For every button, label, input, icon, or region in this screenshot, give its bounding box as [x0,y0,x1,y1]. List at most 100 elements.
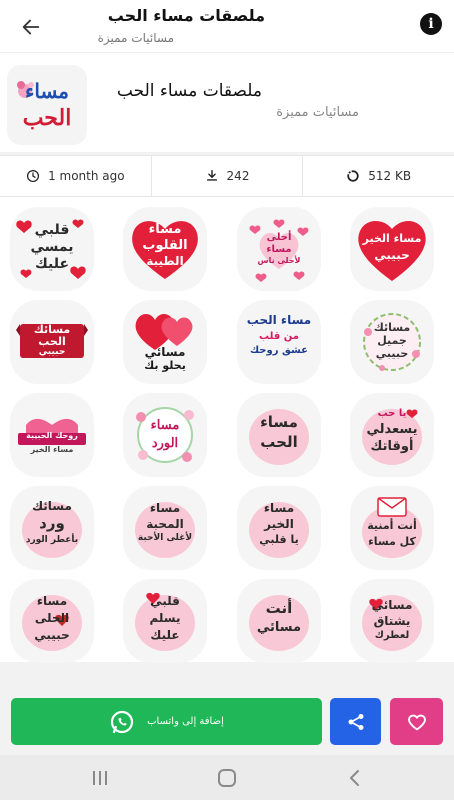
sticker-6-line-2: يحلو بك [144,359,186,372]
sticker-19-line-2: مسائي [256,620,302,635]
sticker-13-line-1: مسائك [32,499,72,513]
recent-apps-icon [93,771,107,785]
sticker-8[interactable]: مسائك جميل حبيبي [350,300,434,384]
favorite-button[interactable] [390,698,443,745]
add-to-whatsapp-label: إضافة إلى واتساب [147,716,224,727]
sticker-20-line-2: يشتاق [373,614,411,628]
sticker-2-line-2: القلوب [142,238,188,253]
nav-back-button[interactable] [340,765,370,791]
sticker-4[interactable]: مساء الخير حبيبي [350,207,434,291]
sticker-18-line-3: عليك [150,628,180,642]
sticker-17[interactable]: مساء الحلى حبيبي [10,579,94,663]
top-app-bar: ملصقات مساء الحب مسائيات مميزة i [0,0,454,52]
pack-thumb-line-1: مساء [24,79,70,103]
sticker-16[interactable]: أنت أمنية كل مساء [350,486,434,570]
sticker-15-line-3: يا قلبي [259,533,299,546]
sticker-3-line-1: أحلى [266,232,292,243]
sticker-10-line-2: الورد [151,436,179,451]
sticker-12-line-1: يا حب [377,408,407,419]
sticker-14-line-1: مساء [149,501,181,515]
sticker-3[interactable]: أحلى مساء لأحلى ناس [237,207,321,291]
sticker-11-line-1: مساء [260,413,298,431]
sticker-17-line-3: حبيبي [34,628,70,642]
app-bar-title: ملصقات مساء الحب [107,6,265,25]
sticker-15-line-2: الخير [264,517,294,531]
sticker-10[interactable]: مساء الورد [123,393,207,477]
sticker-10-line-1: مساء [150,418,180,433]
sticker-5-line-3: حبيبي [38,347,66,357]
sticker-6[interactable]: مسائي يحلو بك [123,300,207,384]
sticker-6-line-1: مسائي [144,345,186,359]
sticker-20[interactable]: مسائي يشتاق لعطرك [350,579,434,663]
pack-thumb-line-2: الحب [22,105,72,131]
stat-size: 512 KB [303,156,454,196]
pack-stats: 1 month ago 242 512 KB [0,155,454,197]
pack-header: مساء الحب ملصقات مساء الحب مسائيات مميزة [0,52,454,152]
sticker-grid: قلبي يمسي عليك مساء القلوب الطيبة أحلى م… [0,197,454,663]
sticker-9[interactable]: روحك الحبيبة مساء الخير [10,393,94,477]
pack-title: ملصقات مساء الحب [116,81,262,101]
arrow-left-icon [22,19,40,35]
sticker-18-line-2: يسلم [149,611,181,625]
add-to-whatsapp-button[interactable]: إضافة إلى واتساب [11,698,322,745]
sticker-15[interactable]: مساء الخير يا قلبي [237,486,321,570]
sticker-2[interactable]: مساء القلوب الطيبة [123,207,207,291]
sticker-5[interactable]: مسائك الحب حبيبي [10,300,94,384]
sticker-18[interactable]: قلبي يسلم عليك [123,579,207,663]
sticker-7[interactable]: مساء الحب من قلب عشق روحك [237,300,321,384]
recent-apps-button[interactable] [85,765,115,791]
stat-age-value: 1 month ago [48,169,125,183]
sticker-11-line-2: الحب [260,433,298,451]
sticker-19[interactable]: أنت مسائي [237,579,321,663]
download-icon [206,170,217,181]
sticker-1[interactable]: قلبي يمسي عليك [10,207,94,291]
sticker-12-line-2: يسعدلي [366,422,418,437]
info-icon: i [428,16,434,32]
heart-icon [407,714,426,730]
sticker-8-line-2: جميل [377,334,407,347]
share-button[interactable] [330,698,381,745]
sticker-11[interactable]: مساء الحب [237,393,321,477]
stat-size-value: 512 KB [368,169,412,183]
sticker-4-line-1: مساء الخير [362,232,422,245]
sticker-1-line-3: عليك [34,256,70,272]
sticker-8-line-3: حبيبي [375,347,409,360]
sticker-1-line-1: قلبي [34,222,70,238]
sticker-13-line-2: ورد [39,514,65,532]
sticker-15-line-1: مساء [263,501,295,515]
sticker-7-line-1: مساء الحب [246,313,312,327]
stat-age: 1 month ago [0,156,152,196]
sticker-13[interactable]: مسائك ورد بأعطر الورد [10,486,94,570]
sticker-12-line-3: أوقاتك [370,439,414,454]
sticker-2-line-1: مساء [148,222,182,237]
sticker-9-line-2: مساء الخير [30,445,74,454]
sticker-17-line-2: الحلى [34,611,70,625]
back-button[interactable] [16,12,46,42]
app-bar-subtitle: مسائيات مميزة [97,31,174,45]
pack-publisher[interactable]: مسائيات مميزة [276,105,359,120]
sticker-14[interactable]: مساء المحبة لأغلى الأحبة [123,486,207,570]
sticker-20-line-1: مسائي [371,598,413,612]
home-button[interactable] [212,765,242,791]
whatsapp-icon [111,710,134,733]
sticker-5-line-2: الحب [38,335,66,348]
bottom-action-bar: إضافة إلى واتساب [0,690,454,752]
chevron-left-icon [350,770,359,786]
sticker-5-line-1: مسائك [33,323,71,336]
sticker-14-line-3: لأغلى الأحبة [137,533,193,543]
sticker-8-line-1: مسائك [373,321,411,334]
sticker-12[interactable]: يا حب يسعدلي أوقاتك [350,393,434,477]
stat-downloads: 242 [152,156,304,196]
sticker-7-line-2: من قلب [259,331,299,342]
clock-icon [27,169,40,183]
pack-thumbnail: مساء الحب [7,65,87,145]
sticker-14-line-2: المحبة [146,517,184,531]
sticker-3-line-3: لأحلى ناس [257,256,301,265]
spinner-icon [347,170,359,182]
sticker-16-line-2: كل مساء [368,535,416,548]
info-button[interactable]: i [420,13,442,35]
sticker-1-line-2: يمسي [30,239,74,255]
sticker-4-line-2: حبيبي [374,248,410,262]
sticker-20-line-3: لعطرك [374,630,410,641]
sticker-19-line-1: أنت [265,599,293,617]
